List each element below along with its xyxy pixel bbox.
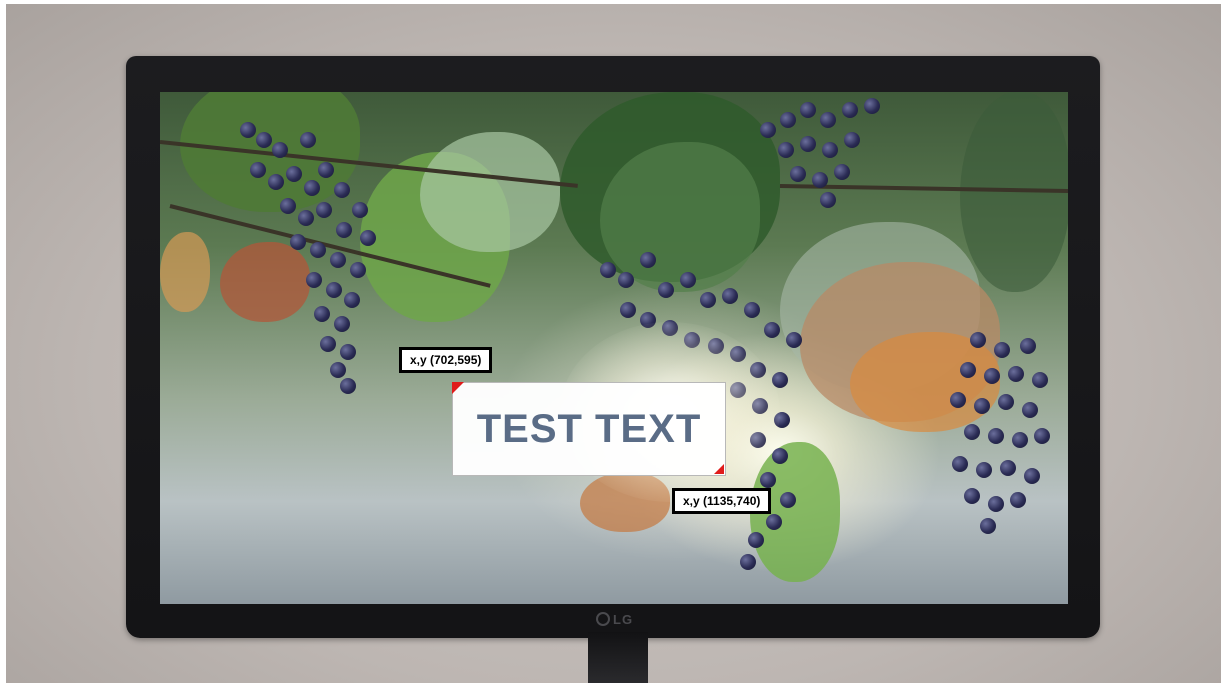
test-text: TEST TEXT xyxy=(476,406,702,451)
test-text-box: TEST TEXT xyxy=(452,382,726,476)
bottom-right-corner-marker xyxy=(714,464,724,474)
monitor-screen xyxy=(160,92,1068,604)
top-left-coordinate-label: x,y (702,595) xyxy=(399,347,493,373)
monitor-brand-text: LG xyxy=(613,612,634,627)
grape-cluster-top-right xyxy=(760,92,920,212)
monitor-stand xyxy=(588,632,648,683)
grape-cluster-right xyxy=(950,332,1060,534)
grape-cluster-left xyxy=(240,122,390,394)
leaf-shape xyxy=(160,232,210,312)
lg-logo-icon xyxy=(596,612,610,626)
leaf-shape xyxy=(420,132,560,252)
bottom-right-coordinate-label: x,y (1135,740) xyxy=(672,488,772,514)
monitor-brand-logo: LG xyxy=(596,612,633,627)
top-left-corner-marker xyxy=(452,382,464,394)
